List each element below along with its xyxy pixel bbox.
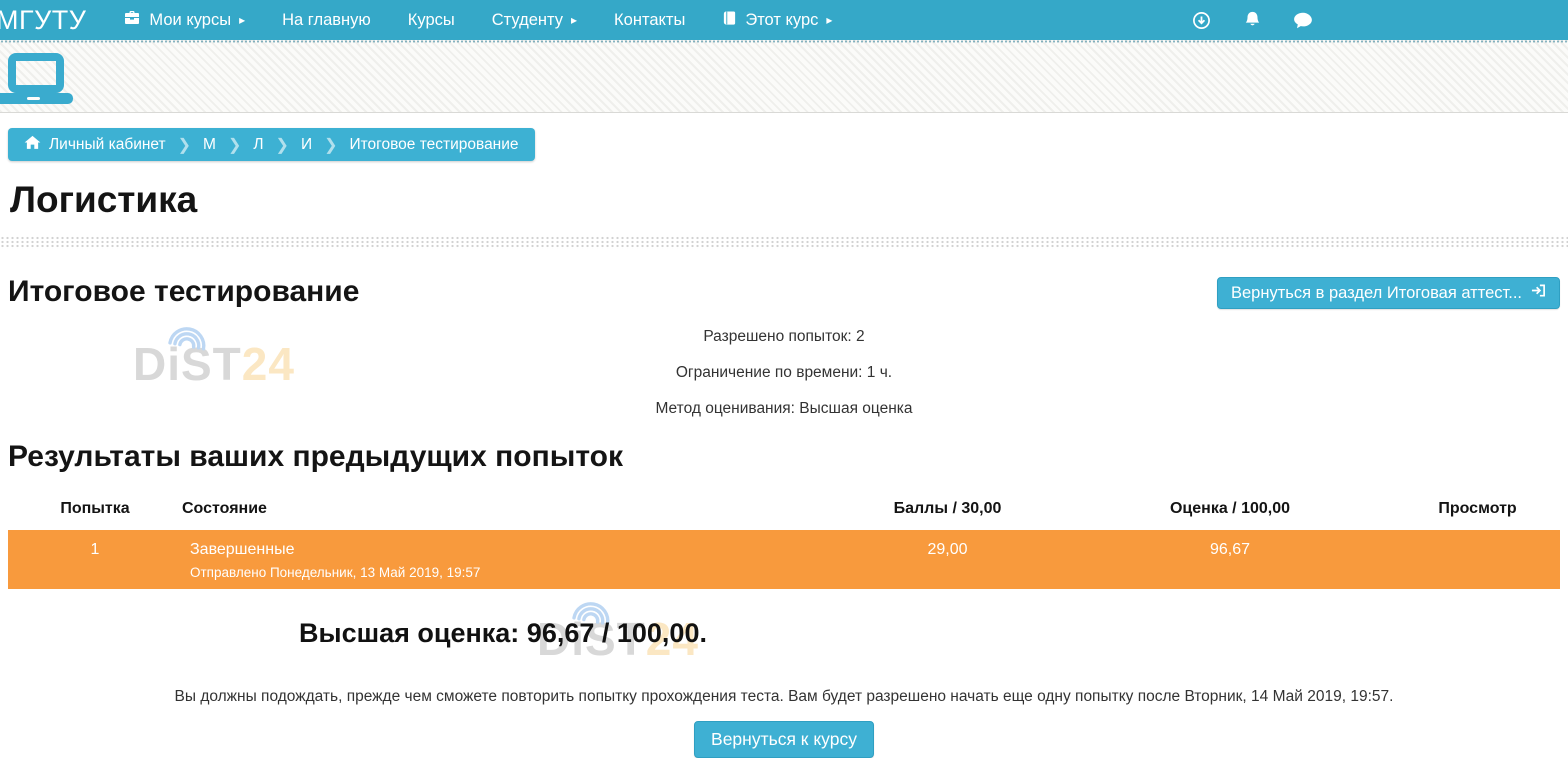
submitted-timestamp: Отправлено Понедельник, 13 Май 2019, 19:… (190, 564, 830, 581)
table-row: 1 Завершенные Отправлено Понедельник, 13… (8, 530, 1560, 589)
chevron-right-icon: ❯ (228, 135, 241, 155)
attempts-table: Попытка Состояние Баллы / 30,00 Оценка /… (8, 491, 1560, 589)
sign-in-icon (1531, 283, 1546, 303)
dotted-separator (0, 236, 1568, 249)
col-header-review: Просмотр (1395, 491, 1560, 526)
quiz-title: Итоговое тестирование (8, 274, 359, 310)
chevron-right-icon: ❯ (178, 135, 191, 155)
nav-item-student[interactable]: Студенту (492, 11, 577, 30)
bell-icon[interactable] (1242, 10, 1262, 30)
chevron-right-icon: ❯ (276, 135, 289, 155)
quiz-info: Разрешено попыток: 2 Ограничение по врем… (8, 327, 1560, 418)
wait-message: Вы должны подождать, прежде чем сможете … (8, 687, 1560, 706)
book-icon (722, 10, 737, 31)
caret-down-icon (571, 11, 577, 30)
breadcrumb-item[interactable]: Л (253, 136, 263, 154)
time-limit-text: Ограничение по времени: 1 ч. (8, 363, 1560, 382)
breadcrumb-item[interactable]: И (301, 136, 312, 154)
state-cell: Завершенные Отправлено Понедельник, 13 М… (182, 530, 830, 589)
breadcrumb-item[interactable]: М (203, 136, 216, 154)
final-grade-text: Высшая оценка: 96,67 / 100,00. (8, 617, 998, 649)
laptop-icon (8, 53, 64, 93)
nav-item-courses[interactable]: Курсы (408, 11, 455, 30)
chevron-right-icon: ❯ (324, 135, 337, 155)
course-title: Логистика (10, 178, 1560, 222)
brand-logo[interactable]: МГУТУ (0, 5, 86, 36)
breadcrumb-home[interactable]: Личный кабинет (24, 135, 166, 155)
home-icon (24, 135, 41, 155)
navbar-icon-group (1191, 0, 1313, 40)
col-header-attempt: Попытка (8, 491, 182, 526)
top-navbar: МГУТУ Мои курсы На главную Курсы Студент… (0, 0, 1568, 40)
caret-down-icon (239, 11, 245, 30)
nav-item-contacts[interactable]: Контакты (614, 11, 685, 30)
review-cell (1395, 530, 1560, 589)
caret-down-icon (826, 11, 832, 30)
attempts-allowed-text: Разрешено попыток: 2 (8, 327, 1560, 346)
arrow-down-circle-icon[interactable] (1191, 10, 1211, 30)
nav-item-my-courses[interactable]: Мои курсы (123, 10, 245, 31)
nav-item-home[interactable]: На главную (282, 11, 371, 30)
briefcase-icon (123, 10, 141, 31)
marks-cell: 29,00 (830, 530, 1065, 589)
logo-band (0, 40, 1568, 113)
nav-item-this-course[interactable]: Этот курс (722, 10, 832, 31)
back-to-course-button[interactable]: Вернуться к курсу (694, 721, 874, 758)
grading-method-text: Метод оценивания: Высшая оценка (8, 399, 1560, 418)
breadcrumb-item-current: Итоговое тестирование (349, 136, 518, 154)
grade-cell: 96,67 (1065, 530, 1395, 589)
main-content: Личный кабинет ❯ М ❯ Л ❯ И ❯ Итоговое те… (0, 113, 1568, 758)
col-header-grade: Оценка / 100,00 (1065, 491, 1395, 526)
state-label: Завершенные (190, 541, 830, 558)
col-header-marks: Баллы / 30,00 (830, 491, 1065, 526)
chat-icon[interactable] (1293, 10, 1313, 30)
col-header-state: Состояние (182, 491, 830, 526)
results-heading: Результаты ваших предыдущих попыток (8, 439, 1560, 475)
attempt-number-cell: 1 (8, 530, 182, 589)
laptop-icon-notch (27, 97, 40, 100)
return-to-section-button[interactable]: Вернуться в раздел Итоговая аттест... (1217, 277, 1560, 309)
breadcrumb: Личный кабинет ❯ М ❯ Л ❯ И ❯ Итоговое те… (8, 128, 535, 161)
table-header-row: Попытка Состояние Баллы / 30,00 Оценка /… (8, 491, 1560, 526)
